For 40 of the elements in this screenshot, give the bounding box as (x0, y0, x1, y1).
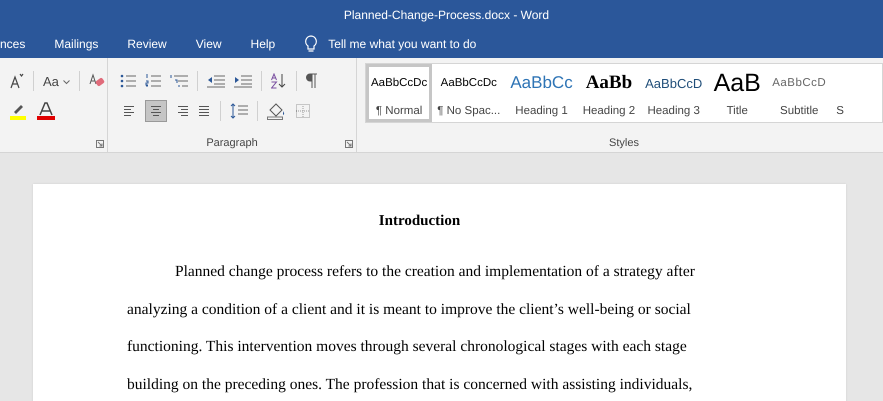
ribbon-tab[interactable]: Mailings (54, 30, 98, 58)
dialog-launcher-icon[interactable] (345, 140, 353, 148)
eraser-icon[interactable] (88, 73, 105, 89)
style-item[interactable]: S (831, 64, 849, 122)
shading-icon[interactable] (267, 102, 287, 120)
highlighter-icon[interactable] (10, 102, 28, 120)
numbering-icon[interactable] (145, 74, 161, 88)
align-button[interactable] (145, 100, 167, 122)
group-label: Paragraph (206, 137, 258, 149)
ribbon-tab[interactable]: Help (250, 30, 276, 58)
decrease-indent-icon[interactable] (207, 74, 225, 88)
font-color-icon[interactable] (37, 102, 55, 120)
style-item[interactable]: AaBbCcD Heading 3 (640, 64, 708, 122)
style-item[interactable]: AaBbCcDc ¶ Normal (366, 64, 432, 122)
window-title: Planned-Change-Process.docx - Word (344, 8, 550, 22)
style-item[interactable]: AaB Title (707, 64, 768, 122)
ribbon-tab[interactable]: View (196, 30, 222, 58)
document-heading: Introduction (378, 213, 462, 230)
increase-indent-icon[interactable] (234, 74, 252, 88)
group-label: Styles (609, 137, 639, 149)
borders-icon[interactable] (296, 104, 310, 118)
tell-me-field[interactable]: Tell me what you want to do (304, 35, 528, 53)
style-item[interactable]: AaBb Heading 2 (578, 64, 640, 122)
body-paragraph: Planned change process refers to the creation and implementation of a strategy after analyzing a condition of a client and it is meant to improve the client’s well-being or social functioning. This intervention moves through several chronological stages with each stage building on the preceding ones. The profession that is concerned with assisting individuals, (127, 262, 696, 394)
caret-icon (62, 80, 70, 85)
line-spacing-icon[interactable] (230, 103, 248, 119)
ribbon-tab[interactable]: nces (0, 30, 26, 58)
lightbulb-icon (304, 35, 318, 53)
bullets-icon[interactable] (120, 74, 136, 88)
shrink-font-icon[interactable] (10, 73, 24, 89)
style-item[interactable]: AaBbCc Heading 1 (505, 64, 578, 122)
sort-icon[interactable] (271, 73, 287, 89)
change-case-button[interactable]: Aa (43, 74, 70, 88)
pilcrow-icon[interactable] (306, 73, 318, 89)
multilevel-list-icon[interactable] (170, 74, 188, 88)
style-item[interactable]: AaBbCcDc ¶ No Spac... (432, 64, 506, 122)
ribbon-tab[interactable]: Review (127, 30, 167, 58)
style-item[interactable]: AaBbCcD Subtitle (767, 64, 832, 122)
align-icon (148, 105, 164, 117)
dialog-launcher-icon[interactable] (96, 140, 104, 148)
